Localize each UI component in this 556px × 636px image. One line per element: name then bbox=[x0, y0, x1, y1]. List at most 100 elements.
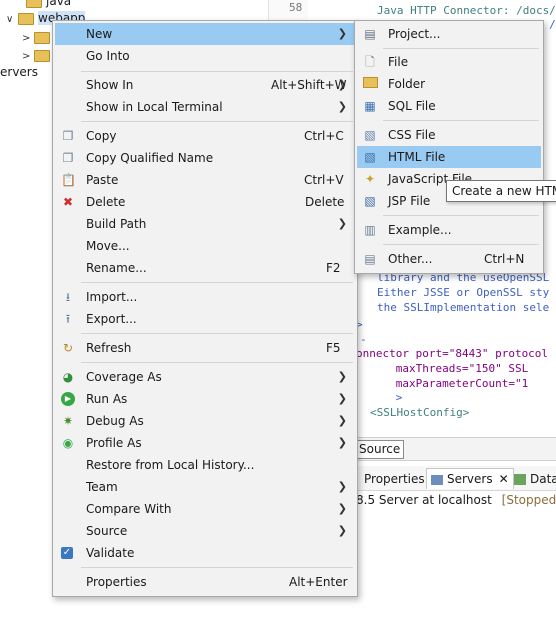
folder-icon bbox=[18, 12, 34, 25]
chevron-right-icon: ❯ bbox=[337, 502, 347, 515]
menu-item-import[interactable]: ⭳ Import... bbox=[55, 286, 355, 308]
menu-item-go-into[interactable]: Go Into bbox=[55, 45, 355, 67]
folder-icon bbox=[34, 31, 50, 44]
menu-item-show-in-local-terminal[interactable]: Show in Local Terminal ❯ bbox=[55, 96, 355, 118]
folder-icon bbox=[363, 77, 378, 91]
code-line: - bbox=[360, 333, 367, 346]
menu-item-delete[interactable]: ✖ Delete Delete bbox=[55, 191, 355, 213]
menu-separator bbox=[383, 120, 539, 121]
submenu-item-project[interactable]: ▤ Project... bbox=[357, 23, 541, 45]
checkbox-checked-icon: ✓ bbox=[61, 547, 73, 559]
folder-icon bbox=[26, 0, 42, 8]
menu-item-build-path[interactable]: Build Path ❯ bbox=[55, 213, 355, 235]
menu-item-copy[interactable]: ❐ Copy Ctrl+C bbox=[55, 125, 355, 147]
close-icon[interactable]: ✕ bbox=[499, 472, 509, 486]
code-line: onnector port="8443" protocol bbox=[356, 347, 549, 360]
submenu-item-example[interactable]: ▥ Example... bbox=[357, 219, 541, 241]
tab-data[interactable]: Data bbox=[514, 470, 556, 488]
copy-qualified-icon: ❐ bbox=[62, 151, 74, 165]
tab-servers[interactable]: Servers ✕ bbox=[426, 468, 514, 489]
submenu-item-folder[interactable]: Folder bbox=[357, 73, 541, 95]
tree-item-servers[interactable]: ervers bbox=[0, 63, 38, 81]
chevron-right-icon: ❯ bbox=[337, 100, 347, 113]
submenu-item-html-file[interactable]: ▧ HTML File bbox=[357, 146, 541, 168]
code-line: maxThreads="150" SSL bbox=[356, 362, 529, 375]
data-source-icon bbox=[514, 474, 526, 485]
menu-item-source[interactable]: Source ❯ bbox=[55, 520, 355, 542]
server-row[interactable]: 8.5 Server at localhost [Stopped, Sy bbox=[356, 492, 556, 508]
menu-item-run-as[interactable]: ▶ Run As ❯ bbox=[55, 388, 355, 410]
menu-separator bbox=[81, 282, 353, 283]
chevron-right-icon: ❯ bbox=[337, 78, 347, 91]
javascript-file-icon: ✦ bbox=[364, 172, 376, 186]
menu-item-refresh[interactable]: ↻ Refresh F5 bbox=[55, 337, 355, 359]
chevron-down-icon[interactable]: ∨ bbox=[6, 11, 18, 29]
chevron-right-icon: ❯ bbox=[337, 370, 347, 383]
chevron-right-icon: ❯ bbox=[337, 524, 347, 537]
menu-separator bbox=[81, 567, 353, 568]
menu-item-export[interactable]: ⭱ Export... bbox=[55, 308, 355, 330]
code-line: Java HTTP Connector: /docs/ bbox=[377, 4, 556, 17]
import-icon: ⭳ bbox=[65, 290, 71, 304]
tab-properties[interactable]: Properties bbox=[356, 470, 425, 488]
coverage-icon: ◕ bbox=[62, 370, 74, 384]
jsp-file-icon: ▧ bbox=[364, 194, 376, 208]
menu-item-new[interactable]: New ❯ bbox=[55, 23, 355, 45]
export-icon: ⭱ bbox=[65, 312, 71, 326]
tree-item-folder-2[interactable]: > bbox=[22, 46, 54, 64]
menu-item-show-in[interactable]: Show In Alt+Shift+W ❯ bbox=[55, 74, 355, 96]
chevron-right-icon: ❯ bbox=[337, 27, 347, 40]
code-line: the SSLImplementation sele bbox=[377, 301, 550, 314]
menu-item-profile-as[interactable]: ◉ Profile As ❯ bbox=[55, 432, 355, 454]
menu-item-compare-with[interactable]: Compare With ❯ bbox=[55, 498, 355, 520]
tab-source[interactable]: Source bbox=[355, 440, 405, 459]
menu-separator bbox=[383, 244, 539, 245]
new-submenu: ▤ Project... 🗋 File Folder ▦ SQL File ▧ … bbox=[354, 20, 544, 274]
menu-item-restore-from-local-history[interactable]: Restore from Local History... bbox=[55, 454, 355, 476]
project-icon: ▤ bbox=[364, 27, 376, 41]
code-line: > bbox=[356, 391, 403, 404]
delete-icon: ✖ bbox=[62, 195, 74, 209]
file-icon: 🗋 bbox=[365, 55, 375, 69]
code-line: Either JSSE or OpenSSL sty bbox=[377, 286, 550, 299]
submenu-item-css-file[interactable]: ▧ CSS File bbox=[357, 124, 541, 146]
menu-item-properties[interactable]: Properties Alt+Enter bbox=[55, 571, 355, 593]
context-menu: New ❯ Go Into Show In Alt+Shift+W ❯ Show… bbox=[52, 20, 358, 597]
sql-file-icon: ▦ bbox=[364, 99, 376, 113]
run-icon: ▶ bbox=[61, 392, 75, 406]
menu-item-team[interactable]: Team ❯ bbox=[55, 476, 355, 498]
menu-separator bbox=[81, 333, 353, 334]
css-file-icon: ▧ bbox=[364, 128, 376, 142]
chevron-right-icon: ❯ bbox=[337, 217, 347, 230]
menu-item-coverage-as[interactable]: ◕ Coverage As ❯ bbox=[55, 366, 355, 388]
submenu-item-other[interactable]: ▤ Other... Ctrl+N bbox=[357, 248, 541, 270]
submenu-item-sql-file[interactable]: ▦ SQL File bbox=[357, 95, 541, 117]
chevron-right-icon: ❯ bbox=[337, 436, 347, 449]
chevron-right-icon: ❯ bbox=[337, 392, 347, 405]
menu-separator bbox=[81, 362, 353, 363]
menu-item-copy-qualified-name[interactable]: ❐ Copy Qualified Name bbox=[55, 147, 355, 169]
other-wizard-icon: ▤ bbox=[364, 252, 376, 266]
chevron-right-icon: ❯ bbox=[337, 480, 347, 493]
example-icon: ▥ bbox=[364, 223, 376, 237]
menu-separator bbox=[81, 121, 353, 122]
menu-separator bbox=[383, 48, 539, 49]
tree-item-folder-1[interactable]: > bbox=[22, 28, 54, 46]
menu-separator bbox=[383, 215, 539, 216]
paste-icon: 📋 bbox=[61, 173, 76, 187]
code-line: <SSLHostConfig> bbox=[370, 406, 470, 419]
refresh-icon: ↻ bbox=[62, 341, 74, 355]
tooltip: Create a new HTML bbox=[446, 180, 556, 202]
chevron-right-icon: ❯ bbox=[337, 414, 347, 427]
menu-item-debug-as[interactable]: ✷ Debug As ❯ bbox=[55, 410, 355, 432]
submenu-item-file[interactable]: 🗋 File bbox=[357, 51, 541, 73]
menu-item-paste[interactable]: 📋 Paste Ctrl+V bbox=[55, 169, 355, 191]
copy-icon: ❐ bbox=[62, 129, 74, 143]
html-file-icon: ▧ bbox=[364, 150, 376, 164]
menu-item-move[interactable]: Move... bbox=[55, 235, 355, 257]
menu-item-validate[interactable]: ✓ Validate bbox=[55, 542, 355, 564]
profile-icon: ◉ bbox=[62, 436, 74, 450]
code-line: maxParameterCount="1 bbox=[356, 377, 529, 390]
line-number: 58 bbox=[289, 1, 303, 14]
menu-item-rename[interactable]: Rename... F2 bbox=[55, 257, 355, 279]
